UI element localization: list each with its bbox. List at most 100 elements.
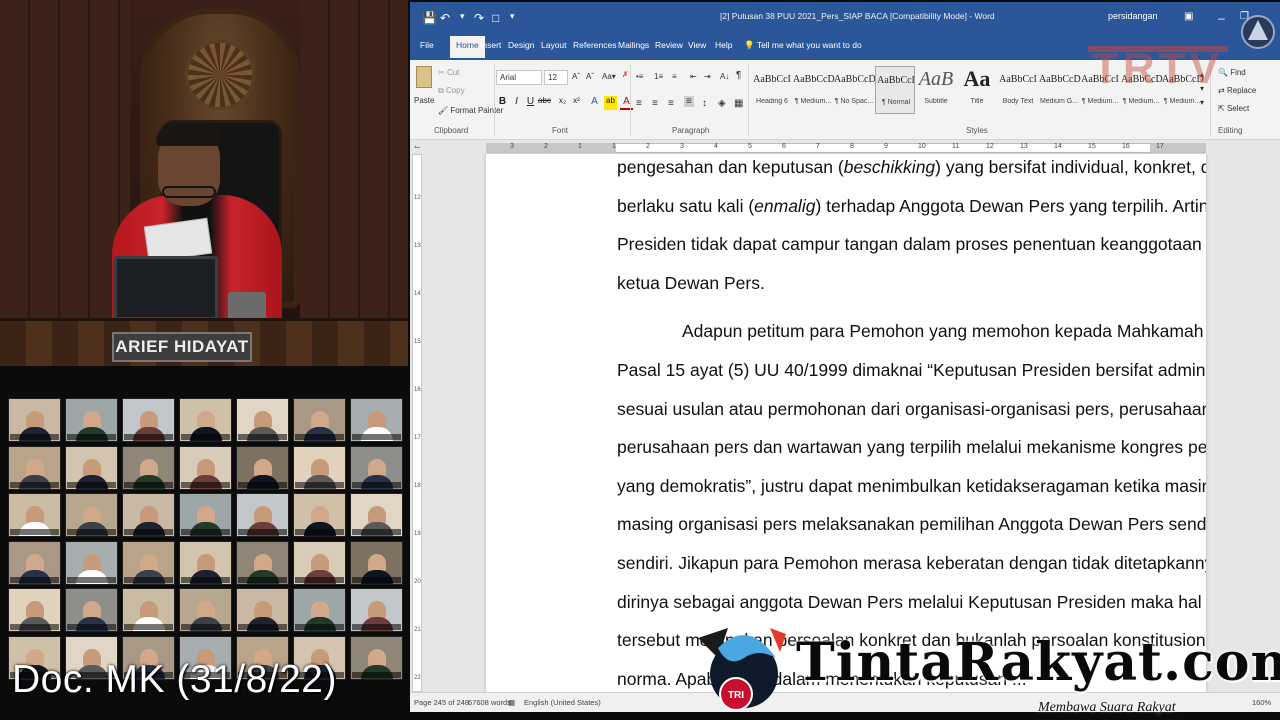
- participant-tile[interactable]: [122, 445, 175, 490]
- numbering-icon[interactable]: 1≡: [654, 72, 663, 81]
- undo-dropdown-icon[interactable]: ▾: [460, 11, 465, 22]
- participant-tile[interactable]: [236, 445, 289, 490]
- document-page[interactable]: pengesahan dan keputusan (beschikking) y…: [486, 154, 1206, 692]
- participant-tile[interactable]: [122, 398, 175, 442]
- document-line[interactable]: Adapun petitum para Pemohon yang memohon…: [617, 312, 1206, 351]
- save-icon[interactable]: 💾: [422, 11, 437, 25]
- document-body[interactable]: pengesahan dan keputusan (beschikking) y…: [617, 154, 1206, 692]
- participant-tile[interactable]: [293, 398, 346, 442]
- style-tile[interactable]: AaBbCcD ¶ Medium...: [793, 66, 835, 114]
- participant-tile[interactable]: [293, 493, 346, 537]
- proofing-icon[interactable]: ▦: [508, 698, 515, 707]
- redo-icon[interactable]: ↷: [474, 11, 484, 25]
- participant-tile[interactable]: [179, 445, 232, 490]
- change-case-icon[interactable]: Aa▾: [602, 72, 616, 81]
- shrink-font-icon[interactable]: Aˇ: [586, 72, 594, 81]
- participant-tile[interactable]: [179, 493, 232, 537]
- page-count[interactable]: Page 245 of 248: [414, 698, 469, 707]
- style-tile[interactable]: AaBbCcI Body Text: [998, 66, 1038, 114]
- participant-tile[interactable]: [8, 588, 61, 632]
- document-line[interactable]: sendiri. Jikapun para Pemohon merasa keb…: [617, 544, 1206, 583]
- strikethrough-icon[interactable]: abc: [538, 96, 551, 110]
- style-tile[interactable]: AaBbCcD Medium G...: [1039, 66, 1081, 114]
- shading-icon[interactable]: ◈: [718, 98, 726, 109]
- participant-tile[interactable]: [293, 588, 346, 632]
- participant-tile[interactable]: [65, 588, 118, 632]
- participant-tile[interactable]: [8, 540, 61, 585]
- font-color-icon[interactable]: A: [620, 96, 633, 110]
- font-name-box[interactable]: Arial: [496, 70, 542, 85]
- participant-tile[interactable]: [350, 493, 403, 537]
- participant-tile[interactable]: [236, 493, 289, 537]
- participant-tile[interactable]: [350, 398, 403, 442]
- participant-tile[interactable]: [8, 493, 61, 537]
- participant-tile[interactable]: [350, 635, 403, 680]
- style-tile[interactable]: AaB Subtitle: [916, 66, 956, 114]
- participant-tile[interactable]: [293, 445, 346, 490]
- participant-tile[interactable]: [8, 445, 61, 490]
- align-left-icon[interactable]: ≡: [636, 98, 642, 109]
- participant-tile[interactable]: [293, 540, 346, 585]
- subscript-icon[interactable]: x₂: [556, 96, 569, 110]
- participant-tile[interactable]: [122, 540, 175, 585]
- style-tile[interactable]: AaBbCcD ¶ No Spac...: [834, 66, 876, 114]
- participant-tile[interactable]: [350, 540, 403, 585]
- tab-view[interactable]: View: [688, 40, 706, 50]
- minimize-icon[interactable]: –: [1218, 11, 1225, 25]
- customize-toolbar-icon[interactable]: ▾: [510, 11, 515, 22]
- participant-tile[interactable]: [179, 398, 232, 442]
- participant-tile[interactable]: [122, 493, 175, 537]
- document-line[interactable]: sesuai usulan atau permohonan dari organ…: [617, 390, 1206, 429]
- document-line[interactable]: ketua Dewan Pers.: [617, 264, 1151, 303]
- word-count[interactable]: 67608 words: [468, 698, 511, 707]
- superscript-icon[interactable]: x²: [570, 96, 583, 110]
- tab-file[interactable]: File: [420, 40, 434, 50]
- paste-icon[interactable]: [416, 66, 432, 88]
- participant-tile[interactable]: [179, 588, 232, 632]
- tab-help[interactable]: Help: [715, 40, 732, 50]
- decrease-indent-icon[interactable]: ⇤: [690, 72, 697, 81]
- participant-tile[interactable]: [8, 398, 61, 442]
- document-line[interactable]: Presiden tidak dapat campur tangan dalam…: [617, 225, 1206, 264]
- style-tile[interactable]: AaBbCcI Heading 6: [752, 66, 792, 114]
- participant-tile[interactable]: [350, 588, 403, 632]
- increase-indent-icon[interactable]: ⇥: [704, 72, 711, 81]
- align-center-icon[interactable]: ≡: [652, 98, 658, 109]
- show-marks-icon[interactable]: ¶: [736, 70, 741, 81]
- document-line[interactable]: dirinya sebagai anggota Dewan Pers melal…: [617, 583, 1202, 622]
- document-line[interactable]: pengesahan dan keputusan (beschikking) y…: [617, 154, 1206, 187]
- borders-icon[interactable]: ▦: [734, 98, 743, 109]
- participant-tile[interactable]: [236, 540, 289, 585]
- document-line[interactable]: berlaku satu kali (enmalig) terhadap Ang…: [617, 187, 1206, 226]
- participant-tile[interactable]: [236, 588, 289, 632]
- tab-mailings[interactable]: Mailings: [618, 40, 649, 50]
- paste-button[interactable]: Paste: [414, 96, 434, 105]
- tab-selector-icon[interactable]: ⌙: [414, 142, 421, 151]
- tab-insert[interactable]: Insert: [480, 40, 501, 50]
- participant-tile[interactable]: [236, 398, 289, 442]
- bullets-icon[interactable]: •≡: [636, 72, 643, 81]
- italic-icon[interactable]: I: [510, 96, 523, 110]
- tab-design[interactable]: Design: [508, 40, 534, 50]
- grow-font-icon[interactable]: Aˆ: [572, 72, 580, 81]
- text-effects-icon[interactable]: A: [588, 96, 601, 110]
- language-indicator[interactable]: English (United States): [524, 698, 601, 707]
- horizontal-ruler[interactable]: ⌙ 3 2 1 1 2 3 4 5 6 7 8 9 10 11 12 13 14 15 16 17: [410, 141, 1280, 154]
- undo-icon[interactable]: ↶: [440, 11, 450, 25]
- tab-references[interactable]: References: [573, 40, 616, 50]
- underline-icon[interactable]: U: [524, 96, 537, 110]
- document-line[interactable]: Pasal 15 ayat (5) UU 40/1999 dimaknai “K…: [617, 351, 1206, 390]
- cut-button[interactable]: ✂ Cut: [438, 68, 459, 77]
- participant-tile[interactable]: [65, 540, 118, 585]
- style-tile[interactable]: Aa Title: [957, 66, 997, 114]
- vertical-ruler[interactable]: 12 13 14 15 16 17 18 19 20 21 22: [412, 154, 422, 692]
- highlight-icon[interactable]: ab: [604, 96, 617, 110]
- new-document-icon[interactable]: □: [492, 11, 499, 25]
- participant-tile[interactable]: [65, 445, 118, 490]
- copy-button[interactable]: ⧉ Copy: [438, 86, 465, 96]
- tell-me-search[interactable]: 💡 Tell me what you want to do: [744, 40, 862, 51]
- multilevel-list-icon[interactable]: ≡: [672, 72, 677, 81]
- participant-tile[interactable]: [65, 398, 118, 442]
- sort-icon[interactable]: A↓: [720, 72, 729, 81]
- document-line[interactable]: masing organisasi pers melaksanakan pemi…: [617, 505, 1206, 544]
